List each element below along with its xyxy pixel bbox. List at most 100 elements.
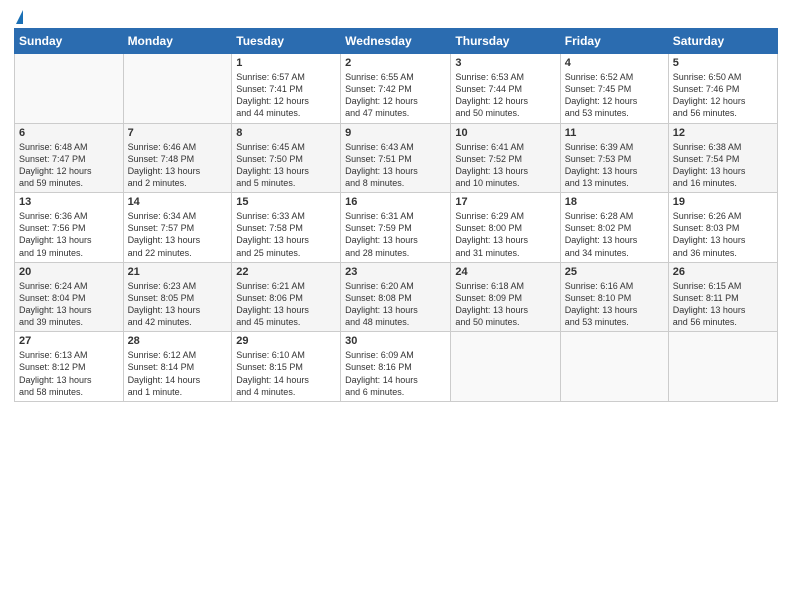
day-info: Sunrise: 6:55 AM Sunset: 7:42 PM Dayligh…: [345, 71, 446, 120]
calendar-cell: 24 Sunrise: 6:18 AM Sunset: 8:09 PM Dayli…: [451, 262, 560, 332]
header: [14, 10, 778, 22]
calendar-week-row: 1Sunrise: 6:57 AM Sunset: 7:41 PM Daylig…: [15, 54, 778, 124]
calendar-cell: 28 Sunrise: 6:12 AM Sunset: 8:14 PM Dayli…: [123, 332, 232, 402]
calendar-cell: 11 Sunrise: 6:39 AM Sunset: 7:53 PM Dayli…: [560, 123, 668, 193]
weekday-header-row: SundayMondayTuesdayWednesdayThursdayFrid…: [15, 29, 778, 54]
calendar-cell: 26 Sunrise: 6:15 AM Sunset: 8:11 PM Dayli…: [668, 262, 777, 332]
day-info: Sunrise: 6:53 AM Sunset: 7:44 PM Dayligh…: [455, 71, 555, 120]
day-number: 12: [673, 127, 773, 139]
calendar-cell: 8 Sunrise: 6:45 AM Sunset: 7:50 PM Daylig…: [232, 123, 341, 193]
calendar-cell: [123, 54, 232, 124]
calendar-cell: 4Sunrise: 6:52 AM Sunset: 7:45 PM Daylig…: [560, 54, 668, 124]
calendar-cell: 27 Sunrise: 6:13 AM Sunset: 8:12 PM Dayli…: [15, 332, 124, 402]
day-number: 8: [236, 127, 336, 139]
calendar-cell: 6 Sunrise: 6:48 AM Sunset: 7:47 PM Daylig…: [15, 123, 124, 193]
calendar-cell: 3 Sunrise: 6:53 AM Sunset: 7:44 PM Daylig…: [451, 54, 560, 124]
day-number: 29: [236, 335, 336, 347]
calendar-week-row: 13 Sunrise: 6:36 AM Sunset: 7:56 PM Dayli…: [15, 193, 778, 263]
calendar-cell: 15 Sunrise: 6:33 AM Sunset: 7:58 PM Dayli…: [232, 193, 341, 263]
day-number: 14: [128, 196, 228, 208]
day-info: Sunrise: 6:21 AM Sunset: 8:06 PM Dayligh…: [236, 280, 336, 329]
calendar-cell: [560, 332, 668, 402]
day-info: Sunrise: 6:20 AM Sunset: 8:08 PM Dayligh…: [345, 280, 446, 329]
calendar-cell: 16 Sunrise: 6:31 AM Sunset: 7:59 PM Dayli…: [341, 193, 451, 263]
calendar-cell: 22Sunrise: 6:21 AM Sunset: 8:06 PM Dayli…: [232, 262, 341, 332]
calendar-cell: 19 Sunrise: 6:26 AM Sunset: 8:03 PM Dayli…: [668, 193, 777, 263]
day-number: 30: [345, 335, 446, 347]
calendar-week-row: 20 Sunrise: 6:24 AM Sunset: 8:04 PM Dayli…: [15, 262, 778, 332]
calendar-cell: 7 Sunrise: 6:46 AM Sunset: 7:48 PM Daylig…: [123, 123, 232, 193]
calendar-cell: 1Sunrise: 6:57 AM Sunset: 7:41 PM Daylig…: [232, 54, 341, 124]
day-number: 7: [128, 127, 228, 139]
day-info: Sunrise: 6:13 AM Sunset: 8:12 PM Dayligh…: [19, 349, 119, 398]
day-info: Sunrise: 6:43 AM Sunset: 7:51 PM Dayligh…: [345, 141, 446, 190]
day-info: Sunrise: 6:48 AM Sunset: 7:47 PM Dayligh…: [19, 141, 119, 190]
calendar-cell: 29 Sunrise: 6:10 AM Sunset: 8:15 PM Dayli…: [232, 332, 341, 402]
day-number: 6: [19, 127, 119, 139]
weekday-header-friday: Friday: [560, 29, 668, 54]
day-number: 25: [565, 266, 664, 278]
calendar-cell: 9 Sunrise: 6:43 AM Sunset: 7:51 PM Daylig…: [341, 123, 451, 193]
day-number: 2: [345, 57, 446, 69]
day-info: Sunrise: 6:46 AM Sunset: 7:48 PM Dayligh…: [128, 141, 228, 190]
day-info: Sunrise: 6:38 AM Sunset: 7:54 PM Dayligh…: [673, 141, 773, 190]
day-number: 27: [19, 335, 119, 347]
calendar-cell: 10Sunrise: 6:41 AM Sunset: 7:52 PM Dayli…: [451, 123, 560, 193]
day-info: Sunrise: 6:15 AM Sunset: 8:11 PM Dayligh…: [673, 280, 773, 329]
day-info: Sunrise: 6:41 AM Sunset: 7:52 PM Dayligh…: [455, 141, 555, 190]
day-info: Sunrise: 6:39 AM Sunset: 7:53 PM Dayligh…: [565, 141, 664, 190]
calendar-cell: 21Sunrise: 6:23 AM Sunset: 8:05 PM Dayli…: [123, 262, 232, 332]
day-info: Sunrise: 6:10 AM Sunset: 8:15 PM Dayligh…: [236, 349, 336, 398]
day-number: 4: [565, 57, 664, 69]
calendar-cell: [668, 332, 777, 402]
day-number: 18: [565, 196, 664, 208]
day-number: 19: [673, 196, 773, 208]
calendar-cell: 17 Sunrise: 6:29 AM Sunset: 8:00 PM Dayli…: [451, 193, 560, 263]
day-number: 15: [236, 196, 336, 208]
day-number: 17: [455, 196, 555, 208]
calendar-cell: 14 Sunrise: 6:34 AM Sunset: 7:57 PM Dayli…: [123, 193, 232, 263]
weekday-header-sunday: Sunday: [15, 29, 124, 54]
logo: [14, 10, 23, 22]
calendar-cell: 12 Sunrise: 6:38 AM Sunset: 7:54 PM Dayli…: [668, 123, 777, 193]
calendar-cell: 5Sunrise: 6:50 AM Sunset: 7:46 PM Daylig…: [668, 54, 777, 124]
day-number: 13: [19, 196, 119, 208]
calendar-cell: 25 Sunrise: 6:16 AM Sunset: 8:10 PM Dayli…: [560, 262, 668, 332]
day-info: Sunrise: 6:16 AM Sunset: 8:10 PM Dayligh…: [565, 280, 664, 329]
day-info: Sunrise: 6:29 AM Sunset: 8:00 PM Dayligh…: [455, 210, 555, 259]
day-number: 3: [455, 57, 555, 69]
calendar-week-row: 27 Sunrise: 6:13 AM Sunset: 8:12 PM Dayli…: [15, 332, 778, 402]
day-number: 24: [455, 266, 555, 278]
weekday-header-saturday: Saturday: [668, 29, 777, 54]
day-number: 11: [565, 127, 664, 139]
day-number: 28: [128, 335, 228, 347]
day-info: Sunrise: 6:12 AM Sunset: 8:14 PM Dayligh…: [128, 349, 228, 398]
calendar-cell: 18 Sunrise: 6:28 AM Sunset: 8:02 PM Dayli…: [560, 193, 668, 263]
day-number: 20: [19, 266, 119, 278]
weekday-header-tuesday: Tuesday: [232, 29, 341, 54]
calendar-cell: 30 Sunrise: 6:09 AM Sunset: 8:16 PM Dayli…: [341, 332, 451, 402]
day-info: Sunrise: 6:28 AM Sunset: 8:02 PM Dayligh…: [565, 210, 664, 259]
calendar-table: SundayMondayTuesdayWednesdayThursdayFrid…: [14, 28, 778, 402]
calendar-cell: 13 Sunrise: 6:36 AM Sunset: 7:56 PM Dayli…: [15, 193, 124, 263]
day-number: 9: [345, 127, 446, 139]
day-number: 23: [345, 266, 446, 278]
day-info: Sunrise: 6:26 AM Sunset: 8:03 PM Dayligh…: [673, 210, 773, 259]
day-number: 26: [673, 266, 773, 278]
day-info: Sunrise: 6:34 AM Sunset: 7:57 PM Dayligh…: [128, 210, 228, 259]
calendar-cell: 23 Sunrise: 6:20 AM Sunset: 8:08 PM Dayli…: [341, 262, 451, 332]
weekday-header-monday: Monday: [123, 29, 232, 54]
day-info: Sunrise: 6:09 AM Sunset: 8:16 PM Dayligh…: [345, 349, 446, 398]
calendar-cell: [15, 54, 124, 124]
day-number: 16: [345, 196, 446, 208]
calendar-cell: 2 Sunrise: 6:55 AM Sunset: 7:42 PM Daylig…: [341, 54, 451, 124]
day-info: Sunrise: 6:31 AM Sunset: 7:59 PM Dayligh…: [345, 210, 446, 259]
day-info: Sunrise: 6:23 AM Sunset: 8:05 PM Dayligh…: [128, 280, 228, 329]
day-info: Sunrise: 6:33 AM Sunset: 7:58 PM Dayligh…: [236, 210, 336, 259]
day-info: Sunrise: 6:36 AM Sunset: 7:56 PM Dayligh…: [19, 210, 119, 259]
day-info: Sunrise: 6:45 AM Sunset: 7:50 PM Dayligh…: [236, 141, 336, 190]
day-number: 5: [673, 57, 773, 69]
day-info: Sunrise: 6:24 AM Sunset: 8:04 PM Dayligh…: [19, 280, 119, 329]
day-info: Sunrise: 6:18 AM Sunset: 8:09 PM Dayligh…: [455, 280, 555, 329]
weekday-header-wednesday: Wednesday: [341, 29, 451, 54]
